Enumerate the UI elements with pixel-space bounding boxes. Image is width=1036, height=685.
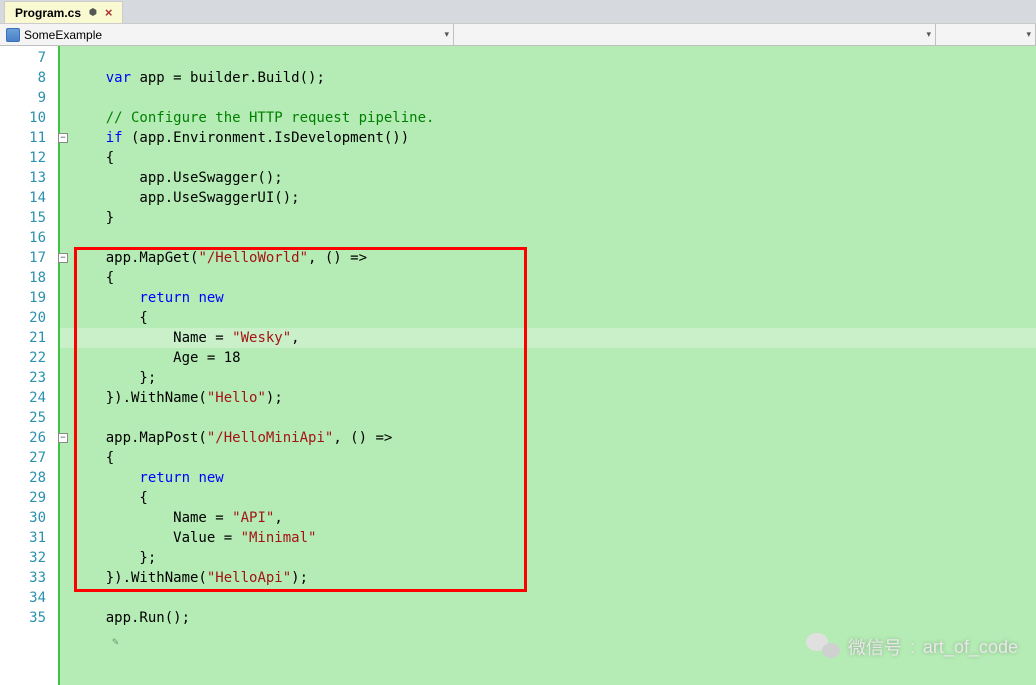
code-line-current[interactable]: ✎ Name = "Wesky",: [60, 328, 1036, 348]
code-line[interactable]: // Configure the HTTP request pipeline.: [60, 108, 1036, 128]
code-line[interactable]: app.UseSwagger();: [60, 168, 1036, 188]
watermark: 微信号: art_of_code: [806, 633, 1018, 661]
code-line[interactable]: return new: [60, 288, 1036, 308]
code-line[interactable]: − app.MapGet("/HelloWorld", () =>: [60, 248, 1036, 268]
code-line[interactable]: app.Run();: [60, 608, 1036, 628]
fold-icon[interactable]: −: [58, 433, 68, 443]
line-number: 33: [0, 568, 46, 588]
code-line[interactable]: [60, 88, 1036, 108]
line-number: 24: [0, 388, 46, 408]
line-number: 35: [0, 608, 46, 628]
line-number: 15: [0, 208, 46, 228]
code-area[interactable]: var app = builder.Build(); // Configure …: [60, 46, 1036, 685]
line-number: 22: [0, 348, 46, 368]
breadcrumb-namespace[interactable]: SomeExample ▾: [0, 24, 454, 45]
line-number: 17: [0, 248, 46, 268]
code-line[interactable]: };: [60, 548, 1036, 568]
file-tab[interactable]: Program.cs ⬢ ×: [4, 1, 123, 23]
csharp-icon: [6, 28, 20, 42]
line-gutter: 7891011121314151617181920212223242526272…: [0, 46, 60, 685]
code-line[interactable]: Value = "Minimal": [60, 528, 1036, 548]
line-number: 8: [0, 68, 46, 88]
code-line[interactable]: {: [60, 448, 1036, 468]
tab-bar: Program.cs ⬢ ×: [0, 0, 1036, 24]
code-line[interactable]: [60, 228, 1036, 248]
line-number: 31: [0, 528, 46, 548]
code-line[interactable]: var app = builder.Build();: [60, 68, 1036, 88]
code-line[interactable]: {: [60, 488, 1036, 508]
code-line[interactable]: }).WithName("Hello");: [60, 388, 1036, 408]
line-number: 14: [0, 188, 46, 208]
line-number: 34: [0, 588, 46, 608]
line-number: 28: [0, 468, 46, 488]
code-line[interactable]: }: [60, 208, 1036, 228]
breadcrumb-extra[interactable]: ▾: [936, 24, 1036, 45]
watermark-label: 微信号: [848, 634, 902, 660]
line-number: 12: [0, 148, 46, 168]
breadcrumb-member[interactable]: ▾: [454, 24, 936, 45]
close-icon[interactable]: ×: [105, 5, 113, 20]
code-line[interactable]: }).WithName("HelloApi");: [60, 568, 1036, 588]
fold-icon[interactable]: −: [58, 133, 68, 143]
code-line[interactable]: Name = "API",: [60, 508, 1036, 528]
line-number: 29: [0, 488, 46, 508]
line-number: 20: [0, 308, 46, 328]
watermark-handle: art_of_code: [923, 637, 1018, 658]
line-number: 21: [0, 328, 46, 348]
line-number: 23: [0, 368, 46, 388]
line-number: 16: [0, 228, 46, 248]
line-number: 10: [0, 108, 46, 128]
code-line[interactable]: {: [60, 308, 1036, 328]
line-number: 27: [0, 448, 46, 468]
line-number: 19: [0, 288, 46, 308]
fold-icon[interactable]: −: [58, 253, 68, 263]
pin-icon[interactable]: ⬢: [89, 7, 97, 18]
code-line[interactable]: − app.MapPost("/HelloMiniApi", () =>: [60, 428, 1036, 448]
breadcrumb-namespace-label: SomeExample: [24, 28, 102, 42]
code-editor[interactable]: 7891011121314151617181920212223242526272…: [0, 46, 1036, 685]
line-number: 7: [0, 48, 46, 68]
line-number: 25: [0, 408, 46, 428]
code-line[interactable]: {: [60, 148, 1036, 168]
code-line[interactable]: };: [60, 368, 1036, 388]
code-line[interactable]: return new: [60, 468, 1036, 488]
breadcrumb-bar: SomeExample ▾ ▾ ▾: [0, 24, 1036, 46]
line-number: 18: [0, 268, 46, 288]
line-number: 32: [0, 548, 46, 568]
chevron-down-icon[interactable]: ▾: [1026, 29, 1031, 40]
tab-title: Program.cs: [15, 6, 81, 20]
line-number: 11: [0, 128, 46, 148]
code-line[interactable]: [60, 408, 1036, 428]
line-number: 30: [0, 508, 46, 528]
code-line[interactable]: Age = 18: [60, 348, 1036, 368]
code-line[interactable]: [60, 588, 1036, 608]
code-line[interactable]: {: [60, 268, 1036, 288]
code-line[interactable]: [60, 48, 1036, 68]
code-line[interactable]: app.UseSwaggerUI();: [60, 188, 1036, 208]
code-line[interactable]: − if (app.Environment.IsDevelopment()): [60, 128, 1036, 148]
line-number: 9: [0, 88, 46, 108]
wechat-icon: [806, 633, 840, 661]
chevron-down-icon[interactable]: ▾: [444, 29, 449, 40]
line-number: 13: [0, 168, 46, 188]
bookmark-icon: ✎: [112, 632, 119, 652]
line-number: 26: [0, 428, 46, 448]
chevron-down-icon[interactable]: ▾: [926, 29, 931, 40]
